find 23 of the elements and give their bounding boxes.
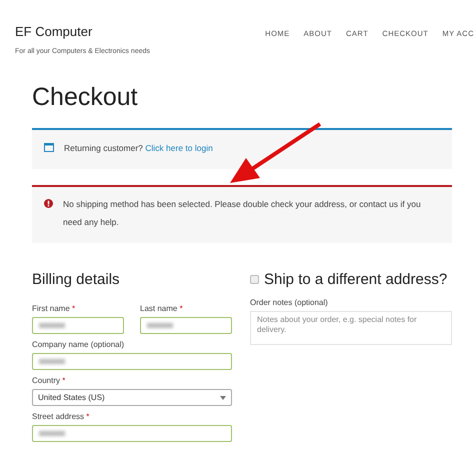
field-label: Country * <box>32 376 66 385</box>
checkbox[interactable] <box>250 275 259 284</box>
field-label: Last name * <box>140 304 184 313</box>
input-field[interactable] <box>140 317 232 334</box>
notes-field[interactable]: Notes about your order, e.g. special notes for delivery. <box>250 311 452 345</box>
field-label: Order notes (optional) <box>250 298 329 307</box>
site-title[interactable]: EF Computer <box>15 24 150 39</box>
field-label: First name * <box>32 304 76 313</box>
login-link[interactable]: Click here to login <box>145 143 213 153</box>
input-field[interactable] <box>32 317 124 334</box>
notice-text: Returning customer? Click here to login <box>64 142 213 155</box>
input-field[interactable] <box>32 353 232 370</box>
field-label: Company name (optional) <box>32 340 126 349</box>
field-label: Street address * <box>32 412 90 421</box>
section-heading: Ship to a different address? <box>264 271 448 288</box>
notice-text: No shipping method has been selected. Please double check your address, or contact us if you need any help. <box>63 198 422 229</box>
input-field[interactable] <box>32 425 232 442</box>
section-heading: Billing details <box>32 271 121 288</box>
page-title: Checkout <box>32 83 139 112</box>
caret-icon <box>220 396 226 400</box>
country-select[interactable]: United States (US) <box>32 389 232 406</box>
exclamation-icon <box>44 199 53 208</box>
window-icon <box>44 143 54 152</box>
